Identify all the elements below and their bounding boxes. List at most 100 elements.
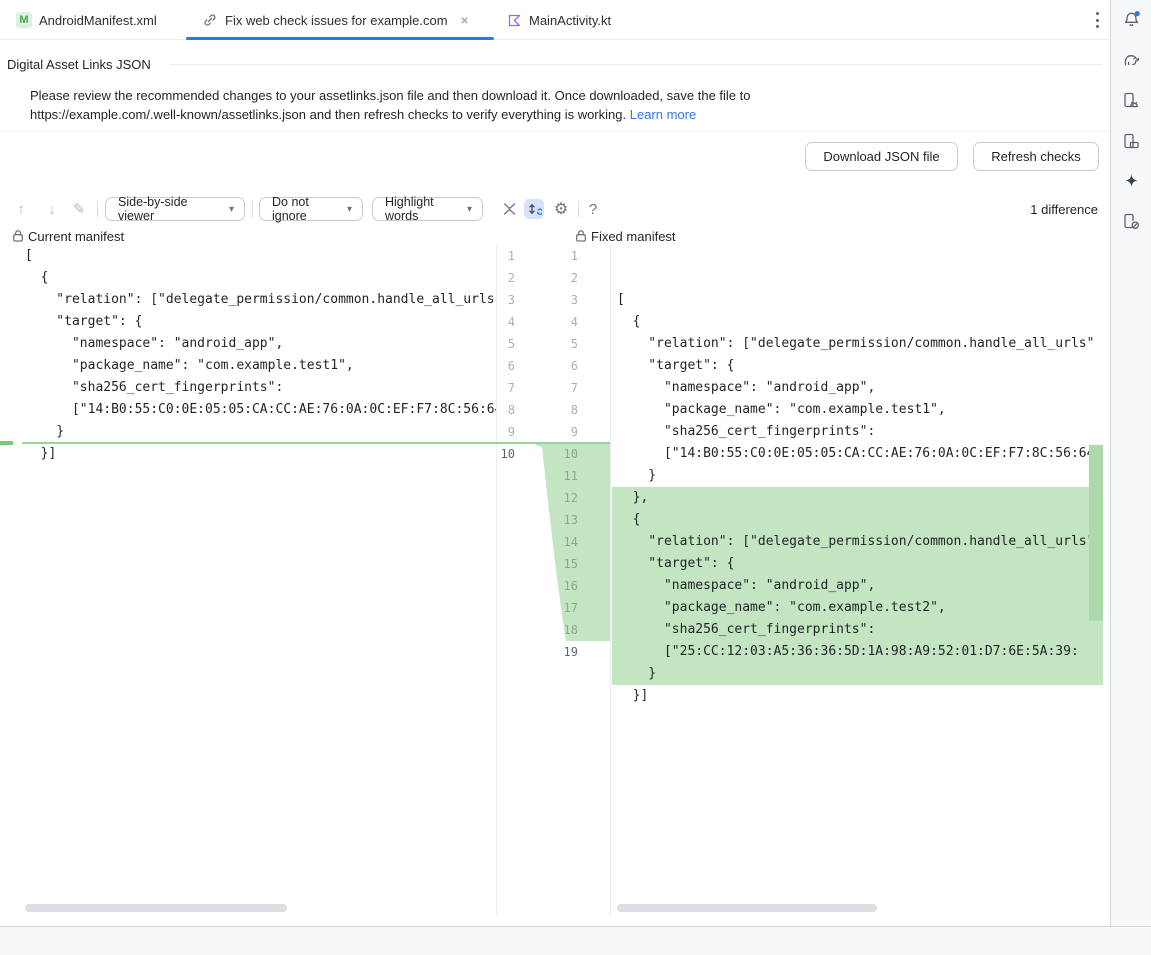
device-manager-icon[interactable] <box>1121 90 1142 111</box>
gear-icon[interactable]: ⚙ <box>551 199 571 219</box>
lock-icon <box>575 229 587 243</box>
code-line: [ <box>612 289 1103 311</box>
help-icon[interactable]: ? <box>586 197 600 221</box>
editor-tab-bar: M AndroidManifest.xml Fix web check issu… <box>0 0 1110 40</box>
line-number: 16 <box>535 575 578 597</box>
code-line: } <box>0 421 496 443</box>
next-difference-icon[interactable]: ↓ <box>44 197 60 221</box>
code-line: "namespace": "android_app", <box>0 333 496 355</box>
viewer-mode-dropdown[interactable]: Side-by-side viewer▾ <box>105 197 245 221</box>
line-number: 14 <box>535 531 578 553</box>
line-number: 11 <box>535 465 578 487</box>
synchronize-scrolling-icon[interactable] <box>524 199 544 219</box>
code-line: { <box>612 509 1103 531</box>
line-number: 10 <box>497 443 515 465</box>
code-line: }] <box>0 443 496 465</box>
gradle-elephant-icon[interactable] <box>1121 50 1142 71</box>
more-options-icon[interactable] <box>1090 11 1104 29</box>
tab-androidmanifest[interactable]: M AndroidManifest.xml <box>16 0 157 40</box>
line-number: 8 <box>497 399 515 421</box>
gemini-star-icon[interactable] <box>1121 171 1142 192</box>
line-number: 4 <box>497 311 515 333</box>
tab-label: MainActivity.kt <box>529 13 611 28</box>
line-number: 17 <box>535 597 578 619</box>
line-number: 5 <box>497 333 515 355</box>
toolbar-separator <box>97 201 98 217</box>
highlight-mode-dropdown[interactable]: Highlight words▾ <box>372 197 483 221</box>
download-json-button[interactable]: Download JSON file <box>805 142 958 171</box>
left-editor-pane[interactable]: [ { "relation": ["delegate_permission/co… <box>0 245 497 915</box>
line-number: 12 <box>535 487 578 509</box>
chevron-down-icon: ▾ <box>467 204 472 215</box>
divider <box>0 131 1110 132</box>
tab-mainactivity[interactable]: MainActivity.kt <box>507 0 611 40</box>
left-pane-header: Current manifest <box>12 227 124 245</box>
ignore-policy-dropdown[interactable]: Do not ignore▾ <box>259 197 363 221</box>
app-links-assistant-icon[interactable] <box>1121 211 1142 232</box>
code-line: "sha256_cert_fingerprints": <box>612 421 1103 443</box>
line-number: 5 <box>535 333 578 355</box>
tab-label: AndroidManifest.xml <box>39 13 157 28</box>
code-line: ["14:B0:55:C0:0E:05:05:CA:CC:AE:76:0A:0C… <box>0 399 496 421</box>
collapse-unchanged-icon[interactable] <box>499 199 519 219</box>
tab-fix-web-check[interactable]: Fix web check issues for example.com × <box>202 0 469 40</box>
line-number: 3 <box>535 289 578 311</box>
code-line: "package_name": "com.example.test1", <box>0 355 496 377</box>
line-number: 2 <box>497 267 515 289</box>
scrollbar-change-stripe <box>1089 445 1103 621</box>
notifications-bell-icon[interactable] <box>1121 9 1142 30</box>
tab-label: Fix web check issues for example.com <box>225 13 448 28</box>
line-number: 9 <box>497 421 515 443</box>
code-line: ["25:CC:12:03:A5:36:36:5D:1A:98:A9:52:01… <box>612 641 1103 663</box>
code-line: "namespace": "android_app", <box>612 575 1103 597</box>
toolbar-separator <box>252 201 253 217</box>
lock-icon <box>12 229 24 243</box>
code-line: "target": { <box>612 355 1103 377</box>
code-line: "package_name": "com.example.test1", <box>612 399 1103 421</box>
manifest-file-icon: M <box>16 12 32 28</box>
close-icon[interactable]: × <box>461 12 469 28</box>
kotlin-file-icon <box>507 13 522 28</box>
insertion-marker-line <box>22 442 610 444</box>
right-editor-pane[interactable]: [ { "relation": ["delegate_permission/co… <box>612 245 1103 915</box>
line-number: 7 <box>535 377 578 399</box>
code-line: "relation": ["delegate_permission/common… <box>0 289 496 311</box>
left-line-number-gutter: 12345678910 <box>497 245 525 915</box>
line-number: 13 <box>535 509 578 531</box>
link-icon <box>202 12 218 28</box>
code-line: "target": { <box>0 311 496 333</box>
refresh-checks-button[interactable]: Refresh checks <box>973 142 1099 171</box>
chevron-down-icon: ▾ <box>229 204 234 215</box>
edit-icon[interactable]: ✎ <box>71 197 87 221</box>
learn-more-link[interactable]: Learn more <box>630 107 696 122</box>
code-line: { <box>0 267 496 289</box>
status-bar: e.com <box>0 926 1151 955</box>
right-horizontal-scrollbar[interactable] <box>617 904 877 912</box>
code-line: "relation": ["delegate_permission/common… <box>612 333 1103 355</box>
line-number: 15 <box>535 553 578 575</box>
code-line: }, <box>612 487 1103 509</box>
line-number: 9 <box>535 421 578 443</box>
line-number: 18 <box>535 619 578 641</box>
description-text: Please review the recommended changes to… <box>30 86 750 124</box>
section-title: Digital Asset Links JSON <box>7 57 151 72</box>
left-horizontal-scrollbar[interactable] <box>25 904 287 912</box>
line-number: 4 <box>535 311 578 333</box>
line-number: 3 <box>497 289 515 311</box>
active-tab-indicator <box>186 37 494 40</box>
section-divider <box>170 64 1102 65</box>
line-number: 19 <box>535 641 578 663</box>
running-devices-icon[interactable] <box>1121 131 1142 152</box>
line-number: 8 <box>535 399 578 421</box>
code-line: } <box>612 465 1103 487</box>
code-line: }] <box>612 685 1103 707</box>
line-number: 6 <box>497 355 515 377</box>
gutter-separator <box>610 245 611 915</box>
line-number: 10 <box>535 443 578 465</box>
code-line: ["14:B0:55:C0:0E:05:05:CA:CC:AE:76:0A:0C… <box>612 443 1103 465</box>
line-number: 6 <box>535 355 578 377</box>
code-line: "target": { <box>612 553 1103 575</box>
code-line: { <box>612 311 1103 333</box>
right-pane-header: Fixed manifest <box>575 227 676 245</box>
previous-difference-icon[interactable]: ↑ <box>13 197 29 221</box>
